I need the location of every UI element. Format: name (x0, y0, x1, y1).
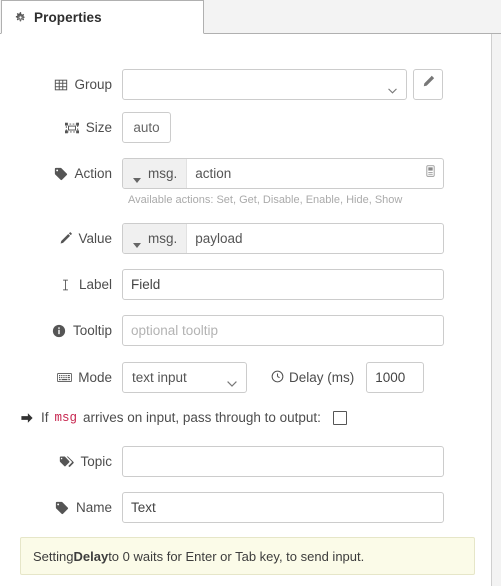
mode-label: Mode (0, 370, 122, 385)
chevron-down-icon (227, 375, 237, 387)
tab-bar: Properties (0, 0, 501, 34)
passthrough-row: If msg arrives on input, pass through to… (20, 410, 347, 425)
tab-properties[interactable]: Properties (1, 0, 204, 34)
size-label-text: Size (85, 120, 112, 135)
tooltip-fields (122, 315, 444, 346)
size-fields: auto (122, 112, 171, 143)
action-help-text: Available actions: Set, Get, Disable, En… (128, 194, 403, 206)
clock-icon (271, 370, 284, 386)
action-label: Action (0, 166, 122, 181)
size-label: Size (0, 120, 122, 135)
properties-panel-window: Properties Group Size auto Action msg. a… (0, 0, 501, 586)
pencil-icon (421, 75, 435, 94)
tooltip-input[interactable] (122, 315, 444, 346)
topic-input[interactable] (122, 446, 444, 477)
topic-label: Topic (0, 454, 122, 469)
mode-select-value: text input (132, 370, 187, 385)
label-fields (122, 269, 444, 300)
action-label-text: Action (74, 166, 112, 181)
delay-label: Delay (ms) (271, 370, 354, 386)
mode-fields: text input Delay (ms) (122, 362, 425, 393)
passthrough-msg-code: msg (54, 410, 78, 425)
passthrough-checkbox[interactable] (332, 410, 347, 425)
tag-icon (55, 500, 70, 515)
row-group: Group (0, 69, 492, 100)
name-label: Name (0, 500, 122, 515)
gear-icon (14, 11, 27, 24)
tab-label: Properties (34, 9, 102, 25)
delay-label-text: Delay (ms) (289, 370, 355, 385)
topic-label-text: Topic (80, 454, 112, 469)
passthrough-text-before: If (41, 410, 49, 425)
topic-fields (122, 446, 444, 477)
object-group-icon (65, 120, 80, 135)
tags-icon (59, 454, 75, 469)
caret-down-icon (133, 236, 141, 248)
note-emphasis: Delay (73, 548, 109, 564)
mode-select[interactable]: text input (122, 362, 247, 393)
row-mode: Mode text input Delay (ms) (0, 362, 492, 393)
value-label-text: Value (78, 231, 112, 246)
group-fields (122, 69, 443, 100)
group-select[interactable] (122, 69, 407, 100)
caret-down-icon (133, 171, 141, 183)
row-action: Action msg. (0, 158, 492, 189)
right-chrome-strip (493, 34, 501, 586)
tooltip-label-text: Tooltip (72, 323, 112, 338)
action-typed-input[interactable]: msg. (122, 158, 444, 189)
tag-icon (53, 166, 68, 181)
row-name: Name (0, 492, 492, 523)
info-circle-icon (52, 323, 67, 338)
mode-label-text: Mode (78, 370, 112, 385)
delay-input[interactable] (366, 362, 425, 393)
note-prefix: Setting (33, 548, 74, 564)
keyboard-icon (57, 370, 73, 385)
value-type-select[interactable]: msg. (123, 224, 188, 253)
row-value: Value msg. (0, 223, 492, 254)
value-typed-input[interactable]: msg. (122, 223, 444, 254)
expand-editor-icon (424, 164, 437, 183)
action-value-input[interactable] (187, 159, 417, 188)
action-type-select[interactable]: msg. (123, 159, 188, 188)
passthrough-text-after: arrives on input, pass through to output… (83, 410, 321, 425)
tooltip-label: Tooltip (0, 323, 122, 338)
action-type-prefix: msg. (148, 166, 178, 181)
name-fields (122, 492, 444, 523)
label-label: Label (0, 277, 122, 292)
value-fields: msg. (122, 223, 444, 254)
row-topic: Topic (0, 446, 492, 477)
group-edit-button[interactable] (413, 69, 443, 100)
action-fields: msg. (122, 158, 444, 189)
group-label-text: Group (74, 77, 112, 92)
name-input[interactable] (122, 492, 444, 523)
name-label-text: Name (75, 500, 112, 515)
action-expand-button[interactable] (417, 159, 443, 188)
label-input[interactable] (122, 269, 444, 300)
note-suffix: to 0 waits for Enter or Tab key, to send… (108, 548, 365, 564)
table-icon (53, 77, 68, 92)
value-type-prefix: msg. (148, 231, 178, 246)
row-size: Size auto (0, 112, 492, 143)
pencil-icon (57, 231, 72, 246)
row-tooltip: Tooltip (0, 315, 492, 346)
group-label: Group (0, 77, 122, 92)
arrow-right-icon (20, 411, 35, 425)
row-label: Label (0, 269, 492, 300)
value-value-input[interactable] (187, 224, 443, 253)
label-label-text: Label (78, 277, 112, 292)
chevron-down-icon (388, 81, 397, 94)
delay-hint-note: Setting Delay to 0 waits for Enter or Ta… (20, 537, 475, 575)
text-width-icon (58, 277, 73, 292)
size-button[interactable]: auto (122, 112, 171, 143)
value-label: Value (0, 231, 122, 246)
